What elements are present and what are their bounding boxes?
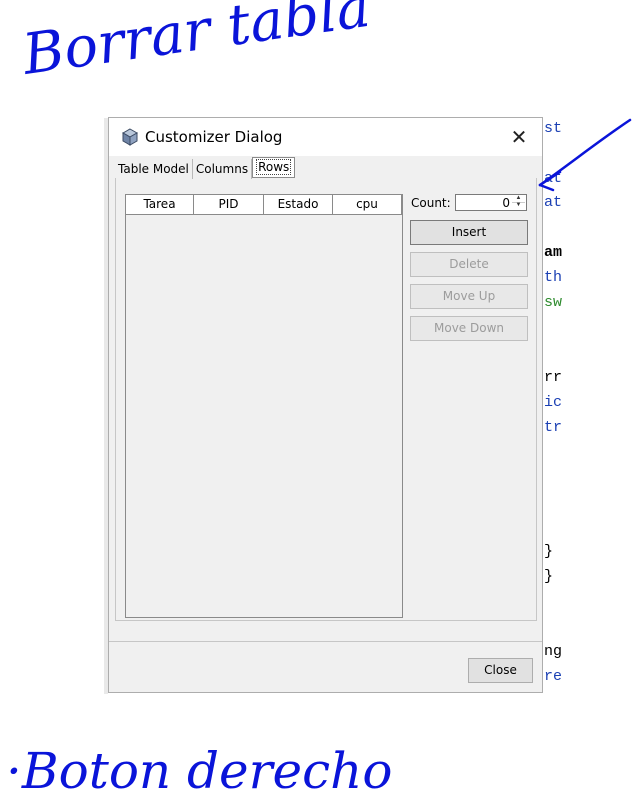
tab-table-model[interactable]: Table Model — [115, 159, 193, 179]
handwritten-note-bottom: ·Boton derecho — [6, 742, 392, 794]
tab-rows[interactable]: Rows — [252, 157, 296, 178]
cube-icon — [122, 128, 138, 146]
code-fragment: am — [544, 244, 563, 261]
code-fragment: ng — [544, 643, 563, 660]
background-code-editor: st at at am th sw rr ic tr } } ng re — [540, 110, 634, 690]
column-header-tarea[interactable]: Tarea — [126, 195, 194, 214]
footer-separator — [109, 641, 542, 642]
table-header: Tarea PID Estado cpu — [126, 195, 402, 215]
delete-button[interactable]: Delete — [410, 252, 528, 277]
count-spinner[interactable]: ▲ ▼ — [455, 194, 527, 211]
customizer-dialog: Customizer Dialog ✕ Table Model Columns … — [108, 117, 543, 693]
move-up-button[interactable]: Move Up — [410, 284, 528, 309]
code-fragment: sw — [544, 294, 563, 311]
code-fragment: ic — [544, 394, 563, 411]
code-fragment: th — [544, 269, 563, 286]
code-fragment: st — [544, 120, 563, 137]
handwritten-note-top: Borrar tabla — [18, 0, 374, 88]
tab-columns[interactable]: Columns — [193, 159, 253, 179]
tab-bar: Table Model Columns Rows — [115, 156, 296, 179]
column-header-pid[interactable]: PID — [194, 195, 264, 214]
code-fragment: at — [544, 170, 563, 187]
dialog-titlebar[interactable]: Customizer Dialog ✕ — [109, 118, 542, 156]
close-button[interactable]: Close — [468, 658, 533, 683]
dialog-title: Customizer Dialog — [145, 128, 283, 146]
code-fragment: re — [544, 668, 563, 685]
count-input[interactable] — [458, 196, 510, 210]
code-fragment: } — [544, 568, 554, 585]
move-down-button[interactable]: Move Down — [410, 316, 528, 341]
insert-button[interactable]: Insert — [410, 220, 528, 245]
column-header-estado[interactable]: Estado — [264, 195, 333, 214]
code-fragment: tr — [544, 419, 563, 436]
column-header-cpu[interactable]: cpu — [333, 195, 402, 214]
code-fragment: rr — [544, 369, 563, 386]
spinner-down-icon[interactable]: ▼ — [512, 202, 525, 209]
code-fragment: at — [544, 194, 563, 211]
count-label: Count: — [411, 196, 451, 210]
code-fragment: } — [544, 543, 554, 560]
rows-table[interactable]: Tarea PID Estado cpu — [125, 194, 403, 618]
close-icon[interactable]: ✕ — [496, 118, 542, 156]
